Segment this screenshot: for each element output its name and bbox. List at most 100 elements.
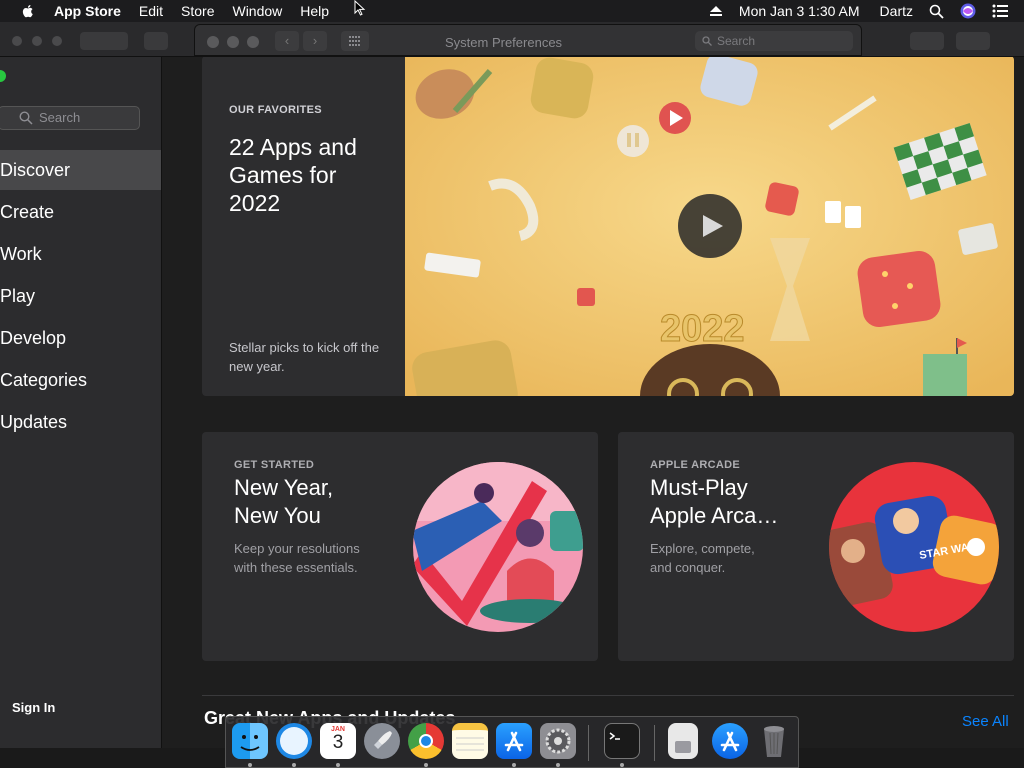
sidebar-search-input[interactable]: Search xyxy=(0,106,140,130)
hero-year-art: 2022 xyxy=(660,308,745,350)
dock-running-indicator xyxy=(512,763,516,767)
dock-notes-icon[interactable] xyxy=(452,723,488,759)
calendar-day: 3 xyxy=(332,732,344,753)
get-started-title-line1: New Year, xyxy=(234,475,334,500)
apple-arcade-card[interactable]: APPLE ARCADE Must-Play Apple Arca… Explo… xyxy=(618,432,1014,661)
hero-subtitle: Stellar picks to kick off the new year. xyxy=(229,340,380,374)
mouse-cursor-icon xyxy=(354,0,366,16)
sysprefs-search-placeholder: Search xyxy=(717,34,756,48)
apple-arcade-desc-line2: and conquer. xyxy=(650,560,726,575)
trash-icon xyxy=(764,726,784,757)
dock-safari-icon[interactable] xyxy=(276,723,312,759)
search-icon xyxy=(702,36,712,46)
menu-help[interactable]: Help xyxy=(300,3,329,19)
notes-lines-icon xyxy=(456,737,484,751)
dock-running-indicator xyxy=(556,763,560,767)
dock-separator xyxy=(654,725,655,761)
notification-center-icon[interactable] xyxy=(992,4,1008,18)
sidebar-item-play[interactable]: Play xyxy=(0,276,161,316)
sign-in-button[interactable]: Sign In xyxy=(12,700,55,715)
sidebar: Search Discover Create Work Play Develop… xyxy=(0,56,162,748)
sidebar-item-discover[interactable]: Discover xyxy=(0,150,161,190)
dock-document-icon[interactable] xyxy=(668,723,698,759)
compass-icon xyxy=(280,727,308,755)
sidebar-item-work[interactable]: Work xyxy=(0,234,161,274)
sidebar-item-categories[interactable]: Categories xyxy=(0,360,161,400)
sidebar-item-create[interactable]: Create xyxy=(0,192,161,232)
menu-bar: App Store Edit Store Window Help Mon Jan… xyxy=(0,0,1024,22)
app-store-a-icon xyxy=(504,731,524,752)
sysprefs-search-input[interactable]: Search xyxy=(695,31,853,51)
apple-arcade-title-line1: Must-Play xyxy=(650,475,748,500)
menu-edit[interactable]: Edit xyxy=(139,3,163,19)
apple-arcade-eyebrow: APPLE ARCADE xyxy=(650,459,740,471)
apple-arcade-title-line2: Apple Arca… xyxy=(650,503,779,528)
apple-logo-icon[interactable] xyxy=(20,3,36,19)
get-started-artwork xyxy=(413,462,583,632)
window-close-button[interactable] xyxy=(12,36,22,46)
dock-trash-icon[interactable] xyxy=(756,723,792,759)
toolbar-nav-buttons[interactable] xyxy=(80,32,128,50)
dock-app-store-icon[interactable] xyxy=(496,723,532,759)
sysprefs-forward-button[interactable]: › xyxy=(303,31,327,51)
dock-running-indicator xyxy=(424,763,428,767)
chrome-center-icon xyxy=(419,734,433,748)
grid-icon xyxy=(349,36,360,46)
get-started-title-line2: New You xyxy=(234,503,321,528)
hero-title: 22 Apps and Games for 2022 xyxy=(229,134,357,216)
siri-icon[interactable] xyxy=(960,3,976,19)
dock-system-preferences-icon[interactable] xyxy=(540,723,576,759)
window-minimize-button[interactable] xyxy=(32,36,42,46)
dock-separator xyxy=(588,725,589,761)
get-started-card[interactable]: GET STARTED New Year, New You Keep your … xyxy=(202,432,598,661)
play-icon xyxy=(703,215,723,237)
menu-app-name[interactable]: App Store xyxy=(54,3,121,19)
sidebar-item-updates[interactable]: Updates xyxy=(0,402,161,442)
spotlight-search-icon[interactable] xyxy=(929,4,944,19)
gear-icon xyxy=(545,728,571,754)
menu-clock[interactable]: Mon Jan 3 1:30 AM xyxy=(739,3,860,19)
apple-arcade-desc-line1: Explore, compete, xyxy=(650,541,755,556)
see-all-link[interactable]: See All xyxy=(962,713,1009,730)
dock-downloads-app-store-icon[interactable] xyxy=(712,723,748,759)
sysprefs-minimize-button[interactable] xyxy=(227,36,239,48)
dock-running-indicator xyxy=(248,763,252,767)
sysprefs-show-all-button[interactable] xyxy=(341,31,369,51)
main-content: OUR FAVORITES 22 Apps and Games for 2022… xyxy=(162,56,1024,748)
get-started-desc-line1: Keep your resolutions xyxy=(234,541,360,556)
hero-card[interactable]: OUR FAVORITES 22 Apps and Games for 2022… xyxy=(202,56,1014,396)
dock-running-indicator xyxy=(336,763,340,767)
sidebar-item-develop[interactable]: Develop xyxy=(0,318,161,358)
search-icon xyxy=(19,111,33,125)
eject-icon[interactable] xyxy=(709,5,723,17)
dock-chrome-icon[interactable] xyxy=(408,723,444,759)
dock-launchpad-icon[interactable] xyxy=(364,723,400,759)
sidebar-toggle-button[interactable] xyxy=(144,32,168,50)
rocket-icon xyxy=(374,731,392,749)
finder-face-icon xyxy=(240,735,260,751)
hero-play-button[interactable] xyxy=(678,194,742,258)
menu-user[interactable]: Dartz xyxy=(880,3,913,19)
window-zoom-button[interactable] xyxy=(52,36,62,46)
hero-eyebrow: OUR FAVORITES xyxy=(229,104,322,116)
system-preferences-window: ‹ › System Preferences Search xyxy=(194,24,862,56)
get-started-desc-line2: with these essentials. xyxy=(234,560,358,575)
dock-finder-icon[interactable] xyxy=(232,723,268,759)
section-divider xyxy=(202,695,1014,696)
sidebar-search-placeholder: Search xyxy=(39,110,81,125)
apple-arcade-artwork: STAR WARS xyxy=(829,462,999,632)
get-started-eyebrow: GET STARTED xyxy=(234,459,315,471)
window-tabs-button[interactable] xyxy=(956,32,990,50)
menu-window[interactable]: Window xyxy=(232,3,282,19)
disk-image-icon xyxy=(675,741,691,753)
window-zoom-button-green[interactable] xyxy=(0,70,6,82)
dock-terminal-icon[interactable] xyxy=(604,723,640,759)
share-button[interactable] xyxy=(910,32,944,50)
dock-running-indicator xyxy=(292,763,296,767)
sysprefs-back-button[interactable]: ‹ xyxy=(275,31,299,51)
sysprefs-close-button[interactable] xyxy=(207,36,219,48)
dock-calendar-icon[interactable]: JAN 3 xyxy=(320,723,356,759)
sysprefs-zoom-button[interactable] xyxy=(247,36,259,48)
menu-store[interactable]: Store xyxy=(181,3,214,19)
dock-running-indicator xyxy=(620,763,624,767)
